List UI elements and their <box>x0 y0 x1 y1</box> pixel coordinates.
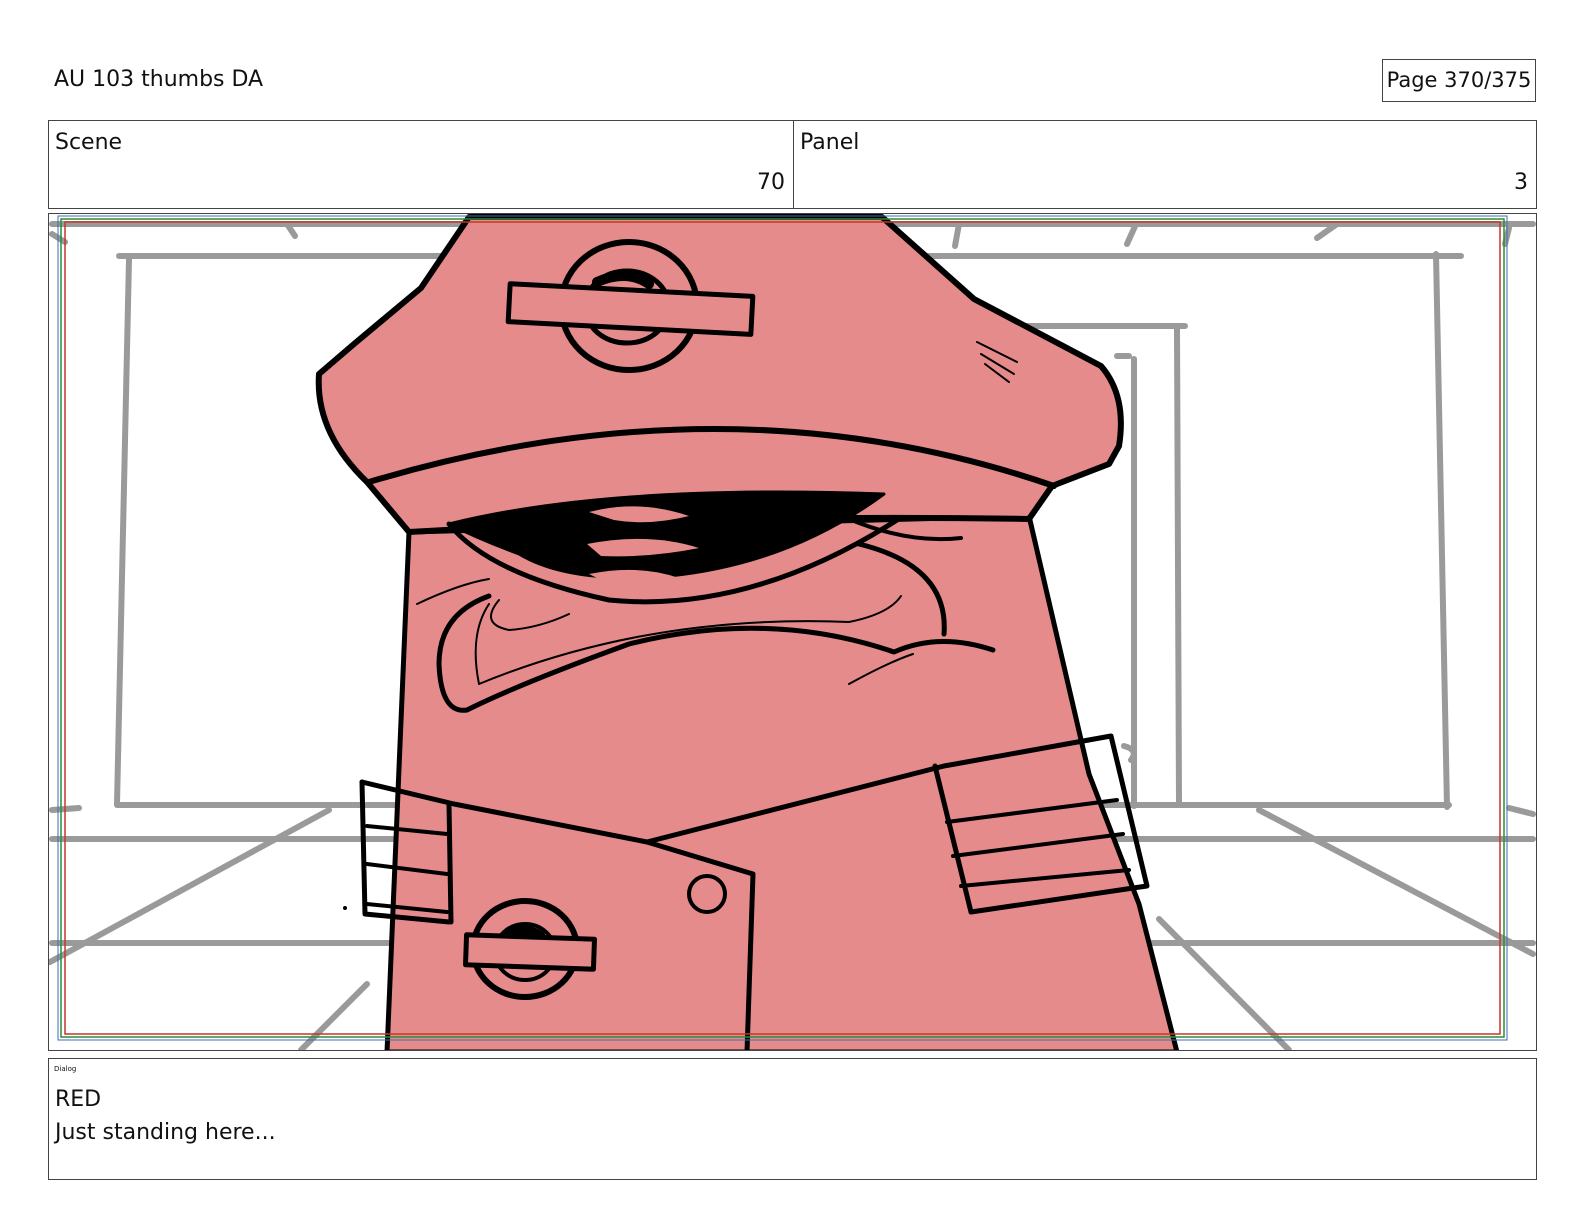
panel-label: Panel <box>800 130 860 155</box>
character-red <box>315 214 1180 1050</box>
dialog-line: Just standing here... <box>55 1120 276 1145</box>
panel-cell: Panel 3 <box>794 121 1536 208</box>
scene-label: Scene <box>55 130 123 155</box>
dialog-label: Dialog <box>54 1065 77 1073</box>
scene-cell: Scene 70 <box>49 121 794 208</box>
dialog-speaker: RED <box>55 1087 102 1112</box>
dialog-box: Dialog RED Just standing here... <box>48 1058 1537 1180</box>
panel-number: 3 <box>1514 170 1528 195</box>
page-number-box: Page 370/375 <box>1382 59 1536 102</box>
storyboard-drawing <box>49 214 1536 1050</box>
scene-panel-row: Scene 70 Panel 3 <box>48 120 1537 209</box>
scene-number: 70 <box>757 170 785 195</box>
storyboard-frame <box>48 213 1537 1051</box>
document-title: AU 103 thumbs DA <box>54 67 264 92</box>
